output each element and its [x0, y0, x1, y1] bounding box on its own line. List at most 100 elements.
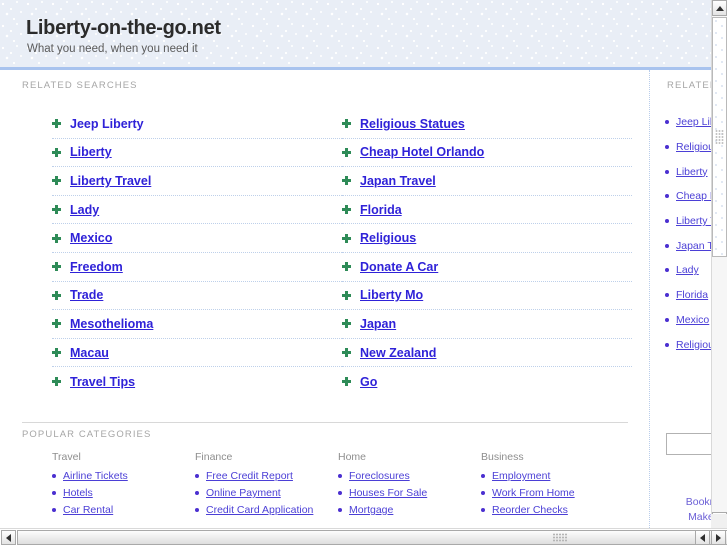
- bookmark-link[interactable]: Bookmark: [663, 495, 711, 510]
- list-item[interactable]: Go: [342, 367, 632, 396]
- sidebar-link[interactable]: Japan Travel: [676, 240, 711, 252]
- category-link[interactable]: Hotels: [63, 487, 93, 499]
- related-search-link[interactable]: Freedom: [70, 260, 123, 274]
- related-search-link[interactable]: Jeep Liberty: [70, 117, 144, 131]
- category-link[interactable]: Online Payment: [206, 487, 281, 499]
- sidebar-link[interactable]: Religious Statues: [676, 141, 711, 153]
- list-item[interactable]: Jeep Liberty: [665, 110, 711, 135]
- site-header: Liberty-on-the-go.net What you need, whe…: [0, 0, 711, 70]
- list-item[interactable]: Donate A Car: [342, 253, 632, 282]
- make-homepage-link[interactable]: Make this: [663, 510, 711, 525]
- related-search-link[interactable]: Religious: [360, 231, 416, 245]
- list-item[interactable]: Liberty Travel: [665, 209, 711, 234]
- list-item[interactable]: Macau: [52, 339, 342, 368]
- related-search-link[interactable]: Florida: [360, 203, 402, 217]
- list-item[interactable]: Japan Travel: [665, 233, 711, 258]
- category-link[interactable]: Credit Card Application: [206, 504, 313, 516]
- category-link[interactable]: Work From Home: [492, 487, 575, 499]
- list-item[interactable]: New Zealand: [342, 339, 632, 368]
- sidebar-link[interactable]: Religious: [676, 339, 711, 351]
- category-link[interactable]: Employment: [492, 470, 550, 482]
- category-link[interactable]: Reorder Checks: [492, 504, 568, 516]
- vertical-scroll-thumb[interactable]: [712, 17, 727, 257]
- category-link[interactable]: Houses For Sale: [349, 487, 427, 499]
- related-search-link[interactable]: Donate A Car: [360, 260, 438, 274]
- arrow-up-icon: [715, 5, 724, 11]
- related-search-link[interactable]: Japan: [360, 317, 396, 331]
- list-item[interactable]: Free Credit Report: [195, 470, 338, 482]
- category-link[interactable]: Airline Tickets: [63, 470, 128, 482]
- sidebar-link[interactable]: Lady: [676, 264, 699, 276]
- sidebar-link[interactable]: Cheap Hotel Orlando: [676, 190, 711, 202]
- main-column: RELATED SEARCHES Jeep Liberty Liberty Li…: [0, 70, 650, 528]
- list-item[interactable]: Hotels: [52, 487, 195, 499]
- dot-bullet-icon: [665, 194, 669, 199]
- related-search-link[interactable]: Mexico: [70, 231, 112, 245]
- list-item[interactable]: Religious Statues: [665, 135, 711, 160]
- list-item[interactable]: Lady: [665, 258, 711, 283]
- scroll-right-button[interactable]: [711, 530, 726, 545]
- list-item[interactable]: Mortgage: [338, 504, 481, 516]
- related-search-link[interactable]: Travel Tips: [70, 375, 135, 389]
- related-search-link[interactable]: Go: [360, 375, 377, 389]
- list-item[interactable]: Mexico: [52, 224, 342, 253]
- related-search-link[interactable]: Japan Travel: [360, 174, 436, 188]
- list-item[interactable]: Houses For Sale: [338, 487, 481, 499]
- list-item[interactable]: Work From Home: [481, 487, 624, 499]
- related-search-link[interactable]: Trade: [70, 288, 103, 302]
- horizontal-scroll-thumb[interactable]: [17, 530, 727, 545]
- horizontal-scrollbar[interactable]: [0, 528, 727, 545]
- list-item[interactable]: Car Rental: [52, 504, 195, 516]
- sidebar-link[interactable]: Liberty: [676, 166, 708, 178]
- sidebar-link[interactable]: Liberty Travel: [676, 215, 711, 227]
- list-item[interactable]: Cheap Hotel Orlando: [342, 139, 632, 168]
- scroll-left-button[interactable]: [1, 530, 16, 545]
- list-item[interactable]: Credit Card Application: [195, 504, 338, 516]
- plus-bullet-icon: [52, 176, 61, 186]
- category-link[interactable]: Mortgage: [349, 504, 393, 516]
- related-search-link[interactable]: Mesothelioma: [70, 317, 153, 331]
- list-item[interactable]: Religious Statues: [342, 110, 632, 139]
- related-search-link[interactable]: Cheap Hotel Orlando: [360, 145, 484, 159]
- scroll-left-button-secondary[interactable]: [695, 530, 710, 545]
- list-item[interactable]: Japan: [342, 310, 632, 339]
- related-search-link[interactable]: Lady: [70, 203, 99, 217]
- related-search-link[interactable]: Liberty: [70, 145, 112, 159]
- list-item[interactable]: Freedom: [52, 253, 342, 282]
- list-item[interactable]: Airline Tickets: [52, 470, 195, 482]
- list-item[interactable]: Religious: [665, 332, 711, 357]
- sidebar-link[interactable]: Jeep Liberty: [676, 116, 711, 128]
- category-link[interactable]: Foreclosures: [349, 470, 410, 482]
- list-item[interactable]: Liberty: [665, 159, 711, 184]
- scroll-up-button[interactable]: [712, 0, 727, 16]
- list-item[interactable]: Cheap Hotel Orlando: [665, 184, 711, 209]
- list-item[interactable]: Online Payment: [195, 487, 338, 499]
- list-item[interactable]: Trade: [52, 282, 342, 311]
- list-item[interactable]: Florida: [665, 283, 711, 308]
- list-item[interactable]: Reorder Checks: [481, 504, 624, 516]
- list-item[interactable]: Japan Travel: [342, 167, 632, 196]
- list-item[interactable]: Travel Tips: [52, 367, 342, 396]
- list-item[interactable]: Foreclosures: [338, 470, 481, 482]
- sidebar-search-input[interactable]: [666, 433, 711, 455]
- list-item[interactable]: Florida: [342, 196, 632, 225]
- list-item[interactable]: Lady: [52, 196, 342, 225]
- list-item[interactable]: Religious: [342, 224, 632, 253]
- list-item[interactable]: Employment: [481, 470, 624, 482]
- related-search-link[interactable]: Liberty Mo: [360, 288, 423, 302]
- sidebar-link[interactable]: Mexico: [676, 314, 709, 326]
- category-link[interactable]: Free Credit Report: [206, 470, 293, 482]
- list-item[interactable]: Jeep Liberty: [52, 110, 342, 139]
- related-search-link[interactable]: Macau: [70, 346, 109, 360]
- vertical-scrollbar[interactable]: [711, 0, 727, 528]
- category-link[interactable]: Car Rental: [63, 504, 113, 516]
- related-search-link[interactable]: Religious Statues: [360, 117, 465, 131]
- list-item[interactable]: Liberty Travel: [52, 167, 342, 196]
- list-item[interactable]: Mexico: [665, 308, 711, 333]
- related-search-link[interactable]: New Zealand: [360, 346, 436, 360]
- related-search-link[interactable]: Liberty Travel: [70, 174, 151, 188]
- list-item[interactable]: Liberty: [52, 139, 342, 168]
- sidebar-link[interactable]: Florida: [676, 289, 708, 301]
- list-item[interactable]: Mesothelioma: [52, 310, 342, 339]
- list-item[interactable]: Liberty Mo: [342, 282, 632, 311]
